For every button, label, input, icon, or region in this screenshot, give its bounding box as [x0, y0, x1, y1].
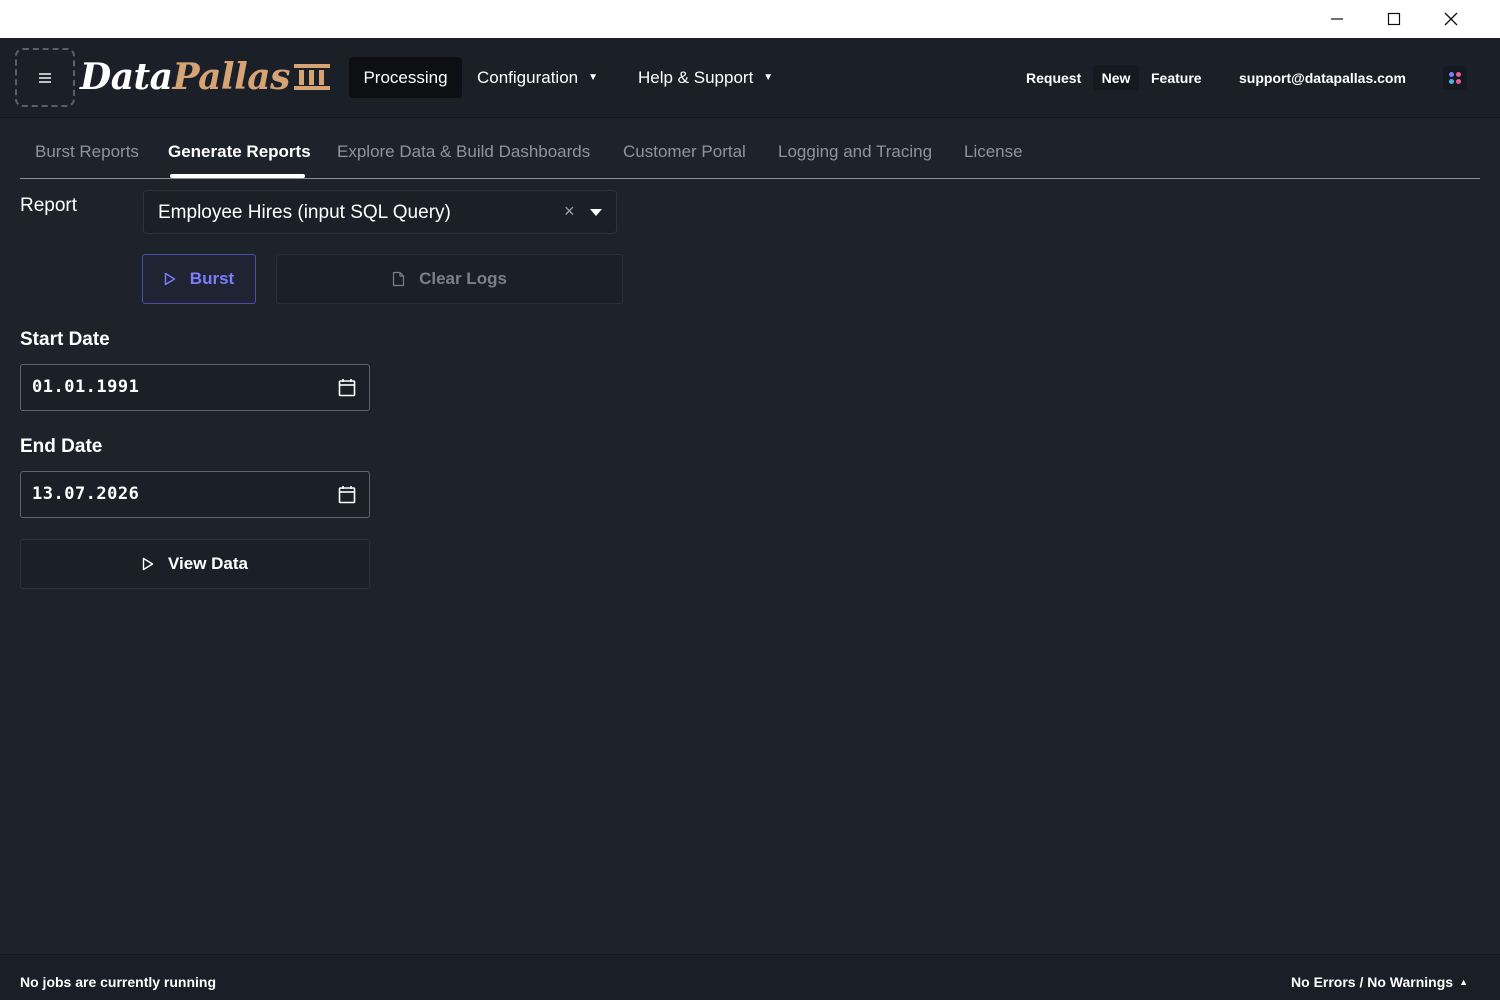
tab-logging-tracing[interactable]: Logging and Tracing [778, 142, 932, 162]
start-date-input[interactable]: 01.01.1991 [20, 364, 370, 411]
hamburger-menu-button[interactable] [15, 48, 75, 107]
apps-grid-button[interactable] [1443, 66, 1467, 90]
clear-logs-button[interactable]: Clear Logs [276, 254, 623, 304]
calendar-icon[interactable] [338, 378, 356, 397]
app-logo[interactable]: Data Pallas [80, 54, 290, 100]
pillars-logo-icon [294, 64, 330, 90]
view-data-button[interactable]: View Data [20, 539, 370, 589]
tab-generate-reports[interactable]: Generate Reports [168, 142, 311, 162]
caret-up-icon: ▲ [1459, 977, 1468, 987]
play-icon [164, 272, 175, 286]
nav-processing[interactable]: Processing [349, 57, 462, 98]
tab-burst-reports[interactable]: Burst Reports [35, 142, 139, 162]
view-data-button-label: View Data [167, 554, 248, 573]
hamburger-icon [39, 72, 51, 83]
jobs-status-text: No jobs are currently running [20, 974, 217, 990]
maximize-icon [1387, 12, 1400, 26]
tab-explore-data[interactable]: Explore Data & Build Dashboards [337, 142, 590, 162]
errors-warnings-text: No Errors / No Warnings [1291, 974, 1454, 990]
status-bar: No jobs are currently running No Errors … [0, 954, 1500, 1000]
feature-link[interactable]: Feature [1151, 57, 1202, 98]
clear-logs-button-label: Clear Logs [419, 269, 507, 288]
dropdown-arrow-icon[interactable] [590, 209, 602, 216]
nav-configuration-label: Configuration [477, 67, 579, 87]
nav-help-support[interactable]: Help & Support ▼ [638, 57, 773, 98]
tab-license[interactable]: License [964, 142, 1023, 162]
nav-configuration[interactable]: Configuration ▼ [477, 57, 598, 98]
clear-selection-icon[interactable]: × [564, 201, 575, 222]
logo-text-data: Data [80, 56, 173, 98]
end-date-label: End Date [20, 436, 103, 457]
report-select[interactable]: Employee Hires (input SQL Query) × [143, 190, 617, 234]
window-titlebar [0, 0, 1500, 38]
app-header: Data Pallas Processing Configuration ▼ He… [0, 38, 1500, 118]
start-date-label: Start Date [20, 329, 110, 350]
calendar-icon[interactable] [338, 485, 356, 504]
burst-button[interactable]: Burst [142, 254, 256, 304]
request-link[interactable]: Request [1026, 57, 1081, 98]
caret-down-icon: ▼ [588, 72, 599, 83]
support-email-link[interactable]: support@datapallas.com [1239, 57, 1406, 98]
nav-help-support-label: Help & Support [638, 67, 754, 87]
active-tab-indicator [170, 174, 305, 178]
caret-down-icon: ▼ [763, 72, 774, 83]
logo-text-pallas: Pallas [172, 56, 291, 98]
burst-button-label: Burst [189, 269, 235, 288]
apps-dot-icon [1449, 79, 1454, 84]
tab-customer-portal[interactable]: Customer Portal [623, 142, 746, 162]
new-link[interactable]: New [1093, 65, 1139, 90]
play-icon [142, 557, 154, 571]
report-label: Report [20, 195, 78, 216]
apps-dot-icon [1456, 79, 1461, 84]
apps-dot-icon [1456, 72, 1461, 77]
minimize-button[interactable] [1308, 0, 1365, 38]
maximize-button[interactable] [1365, 0, 1422, 38]
close-window-button[interactable] [1422, 0, 1479, 38]
end-date-input[interactable]: 13.07.2026 [20, 471, 370, 518]
start-date-value: 01.01.1991 [32, 377, 140, 397]
file-icon [392, 271, 405, 287]
close-icon [1444, 12, 1457, 26]
errors-warnings-toggle[interactable]: No Errors / No Warnings ▲ [1291, 974, 1468, 990]
main-tabs: Burst Reports Generate Reports Explore D… [20, 118, 1480, 179]
report-select-value: Employee Hires (input SQL Query) [158, 202, 451, 223]
minimize-icon [1330, 18, 1343, 20]
end-date-value: 13.07.2026 [32, 484, 140, 504]
apps-dot-icon [1449, 72, 1454, 77]
